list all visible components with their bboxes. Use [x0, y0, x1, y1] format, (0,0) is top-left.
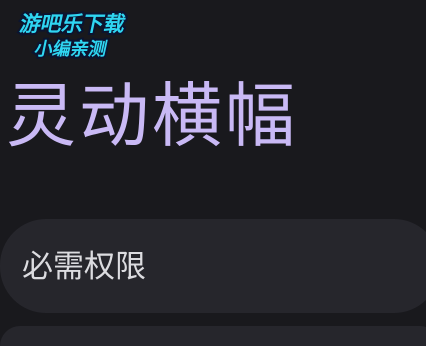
next-card-edge	[0, 326, 426, 346]
watermark-logo-art: 游吧乐下载 小编亲测	[15, 9, 129, 62]
watermark-logo: 游吧乐下载 小编亲测	[10, 6, 150, 62]
required-permissions-row[interactable]: 必需权限	[0, 219, 426, 313]
page-title: 灵动横幅	[6, 75, 298, 157]
watermark-line-1: 游吧乐下载	[17, 11, 127, 37]
watermark-line-2: 小编亲测	[33, 38, 110, 60]
required-permissions-label: 必需权限	[22, 249, 146, 285]
